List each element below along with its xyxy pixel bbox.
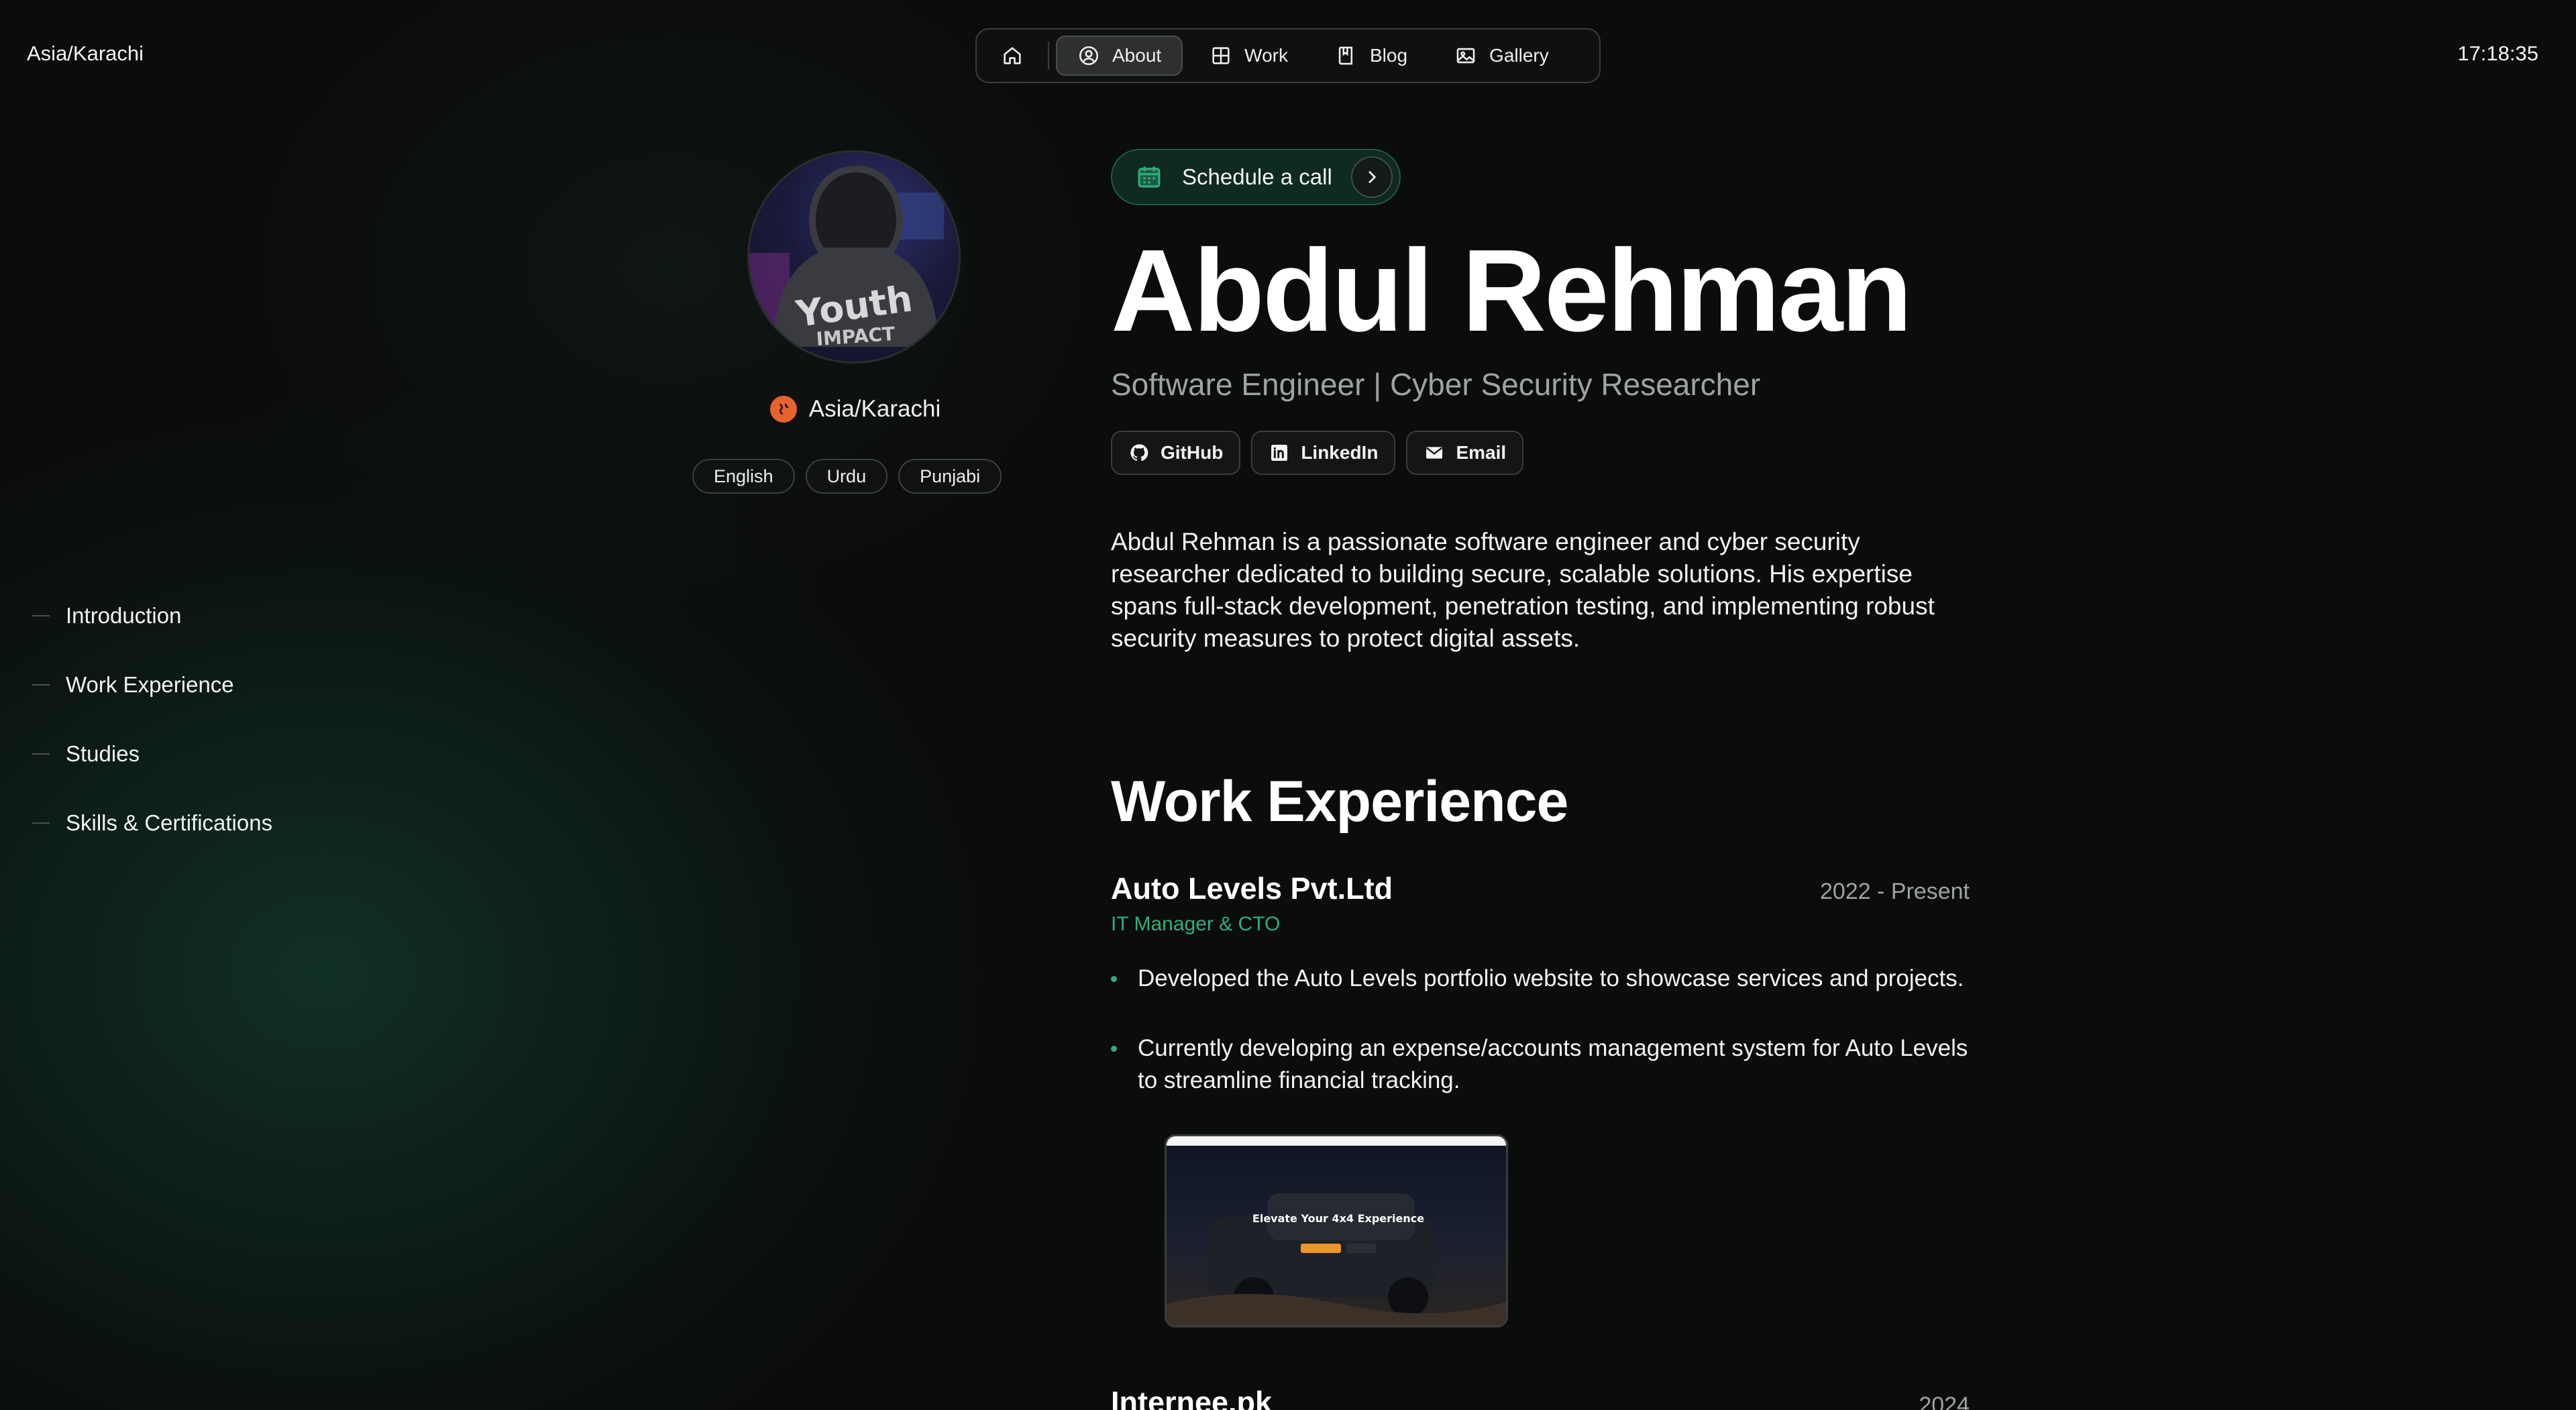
nav-blog-label: Blog xyxy=(1370,45,1408,66)
role-subtitle: Software Engineer | Cyber Security Resea… xyxy=(1111,367,1761,402)
toc-dash xyxy=(32,614,50,616)
location-label: Asia/Karachi xyxy=(808,396,941,422)
chevron-right-icon xyxy=(1350,156,1393,198)
job-dates: 2024 xyxy=(1919,1393,1970,1410)
avatar: Youth IMPACT xyxy=(747,150,961,364)
github-label: GitHub xyxy=(1161,442,1224,463)
job-bullet: Currently developing an expense/accounts… xyxy=(1111,1032,1970,1097)
nav-blog[interactable]: Blog xyxy=(1315,36,1428,76)
job-dates: 2022 - Present xyxy=(1819,879,1970,904)
toc-label: Studies xyxy=(66,741,140,766)
email-button[interactable]: Email xyxy=(1406,431,1524,475)
linkedin-label: LinkedIn xyxy=(1301,442,1379,463)
nav-about[interactable]: About xyxy=(1056,36,1183,76)
job-entry: Internee.pk 2024 xyxy=(1111,1385,1970,1410)
nav-work-label: Work xyxy=(1244,45,1288,66)
job-bullet: Developed the Auto Levels portfolio webs… xyxy=(1111,963,1970,995)
toc-skills-certifications[interactable]: Skills & Certifications xyxy=(32,788,272,857)
job-company: Auto Levels Pvt.Ltd xyxy=(1111,871,1393,906)
timezone-label: Asia/Karachi xyxy=(27,42,144,65)
project-screenshot[interactable]: Elevate Your 4x4 Experience xyxy=(1165,1134,1508,1327)
schedule-call-button[interactable]: Schedule a call xyxy=(1111,149,1401,205)
toc-introduction[interactable]: Introduction xyxy=(32,581,272,650)
nav-about-label: About xyxy=(1112,45,1162,66)
toc-work-experience[interactable]: Work Experience xyxy=(32,650,272,719)
work-experience-heading: Work Experience xyxy=(1111,769,1568,834)
job-entry: Auto Levels Pvt.Ltd 2022 - Present IT Ma… xyxy=(1111,871,1970,1327)
intro-paragraph: Abdul Rehman is a passionate software en… xyxy=(1111,528,1935,652)
email-label: Email xyxy=(1456,442,1507,463)
main-content: Schedule a call Abdul Rehman Software En… xyxy=(1111,149,1970,1410)
language-tag: Urdu xyxy=(805,459,888,494)
toc-dash xyxy=(32,684,50,686)
image-icon xyxy=(1456,48,1475,64)
grid-icon xyxy=(1212,47,1230,64)
nav-divider xyxy=(1048,42,1049,70)
calendar-icon xyxy=(1138,166,1161,188)
nav-home[interactable] xyxy=(983,36,1041,76)
toc-dash xyxy=(32,753,50,755)
table-of-contents: Introduction Work Experience Studies Ski… xyxy=(32,581,272,857)
job-bullets: Developed the Auto Levels portfolio webs… xyxy=(1111,963,1970,1097)
nav-gallery-label: Gallery xyxy=(1489,45,1549,66)
github-icon xyxy=(1130,444,1148,462)
project-screenshot-headline: Elevate Your 4x4 Experience xyxy=(1252,1212,1424,1225)
user-circle-icon xyxy=(1079,46,1099,66)
top-nav: About Work Blog Gallery xyxy=(975,28,1601,83)
page-title: Abdul Rehman xyxy=(1111,225,1913,356)
job-company: Internee.pk xyxy=(1111,1385,1273,1410)
language-tags: English Urdu Punjabi xyxy=(692,459,1002,494)
toc-dash xyxy=(32,822,50,824)
book-icon xyxy=(1338,46,1353,65)
home-icon xyxy=(1004,47,1021,64)
toc-studies[interactable]: Studies xyxy=(32,719,272,788)
schedule-call-label: Schedule a call xyxy=(1182,164,1332,189)
nav-work[interactable]: Work xyxy=(1189,36,1308,76)
toc-label: Work Experience xyxy=(66,671,234,697)
location: Asia/Karachi xyxy=(765,396,946,423)
globe-icon xyxy=(769,396,797,423)
job-role: IT Manager & CTO xyxy=(1111,913,1281,935)
linkedin-button[interactable]: LinkedIn xyxy=(1251,431,1396,475)
mail-icon xyxy=(1426,447,1443,459)
github-button[interactable]: GitHub xyxy=(1111,431,1241,475)
toc-label: Skills & Certifications xyxy=(66,810,273,835)
nav-gallery[interactable]: Gallery xyxy=(1434,36,1569,76)
linkedin-icon xyxy=(1271,445,1288,461)
toc-label: Introduction xyxy=(66,602,182,628)
social-links: GitHub LinkedIn Email xyxy=(1111,431,1970,475)
clock: 17:18:35 xyxy=(2457,42,2538,65)
language-tag: Punjabi xyxy=(898,459,1002,494)
language-tag: English xyxy=(692,459,795,494)
